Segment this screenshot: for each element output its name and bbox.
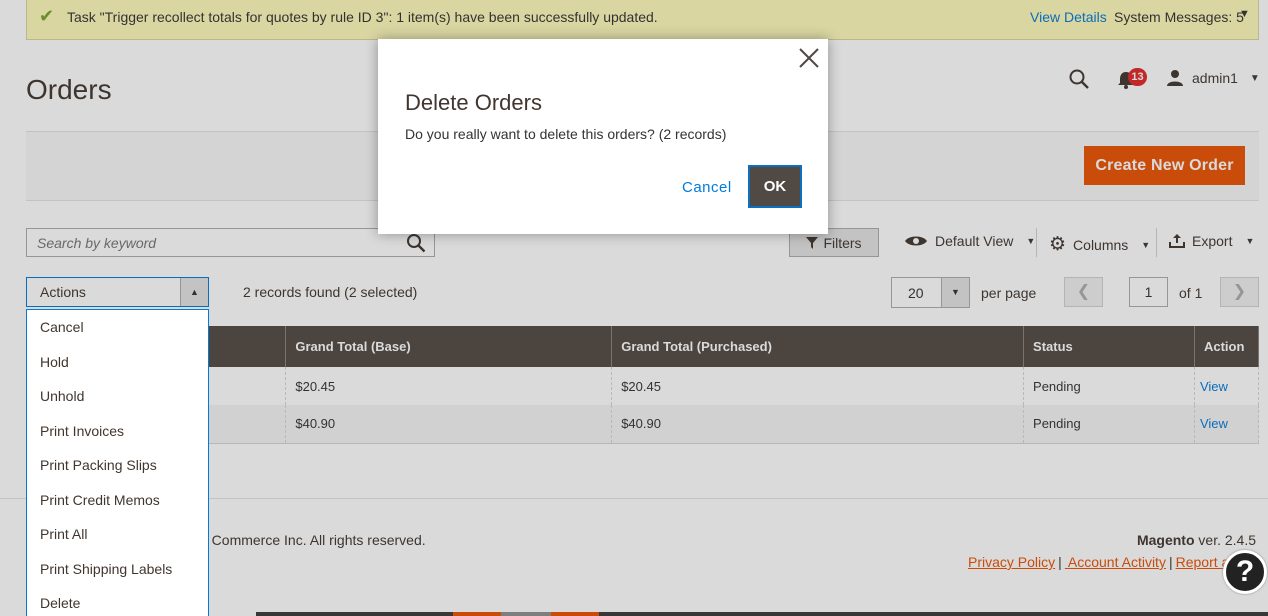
cancel-button[interactable]: Cancel bbox=[682, 179, 732, 196]
ok-button[interactable]: OK bbox=[748, 165, 802, 208]
menu-item-unhold[interactable]: Unhold bbox=[27, 379, 208, 414]
menu-item-print-shipping-labels[interactable]: Print Shipping Labels bbox=[27, 552, 208, 587]
menu-item-cancel[interactable]: Cancel bbox=[27, 310, 208, 345]
menu-item-print-packing-slips[interactable]: Print Packing Slips bbox=[27, 448, 208, 483]
menu-item-hold[interactable]: Hold bbox=[27, 345, 208, 380]
menu-item-print-all[interactable]: Print All bbox=[27, 517, 208, 552]
modal-message: Do you really want to delete this orders… bbox=[405, 126, 727, 142]
menu-item-print-credit-memos[interactable]: Print Credit Memos bbox=[27, 483, 208, 518]
close-icon[interactable] bbox=[798, 47, 820, 69]
mass-actions-menu: Cancel Hold Unhold Print Invoices Print … bbox=[26, 309, 209, 616]
modal-title: Delete Orders bbox=[405, 90, 542, 115]
help-button[interactable]: ? bbox=[1223, 550, 1267, 594]
menu-item-delete[interactable]: Delete bbox=[27, 586, 208, 616]
delete-orders-modal: Delete Orders Do you really want to dele… bbox=[378, 39, 828, 234]
menu-item-print-invoices[interactable]: Print Invoices bbox=[27, 414, 208, 449]
